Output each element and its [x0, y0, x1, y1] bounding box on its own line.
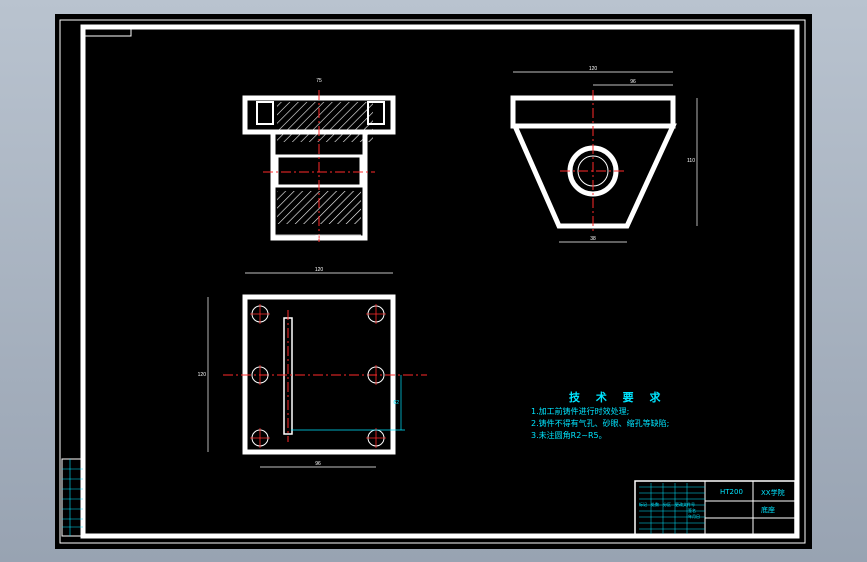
tb-cell-1: 标记	[639, 502, 647, 507]
plan-hole-centers	[250, 304, 386, 448]
front-dim-bottom-text: 38	[590, 236, 596, 242]
front-view[interactable]: 120 96 110 38	[510, 66, 698, 243]
school-label: XX学院	[761, 489, 785, 497]
plan-dim-left-text: 120	[198, 372, 207, 378]
section-left-pocket	[256, 101, 274, 125]
tb-cell-2: 处数	[651, 502, 659, 507]
section-top-dim-text: 75	[316, 78, 322, 84]
tb-cell-3: 分区	[663, 502, 671, 507]
tech-requirement-2: 2.铸件不得有气孔、砂眼、缩孔等缺陷;	[531, 419, 670, 428]
plan-dim-right-text: 62	[393, 400, 399, 406]
section-dim-text: 70	[315, 235, 321, 241]
plan-dim-bottom-text: 96	[315, 461, 321, 467]
section-top-hatch	[277, 102, 373, 142]
tech-requirement-3: 3.未注圆角R2~R5。	[531, 431, 607, 440]
inner-frame	[80, 24, 800, 539]
plan-dim-top-text: 120	[315, 267, 324, 273]
tech-requirements-title: 技 术 要 求	[569, 391, 667, 404]
corner-tag	[84, 28, 132, 37]
tb-cell-6: 年月日	[688, 514, 700, 519]
drawing-canvas[interactable]: 70 75 120 96 110 38 120 120 96 62	[55, 14, 812, 549]
cad-viewport[interactable]: 70 75 120 96 110 38 120 120 96 62 技 术 要 …	[55, 14, 812, 549]
part-name-label: 底座	[761, 506, 775, 514]
section-view[interactable]: 70 75	[242, 78, 396, 242]
plan-view[interactable]: 120 120 96 62	[198, 267, 427, 468]
front-dim-top-text: 120	[589, 66, 598, 72]
revision-strip	[61, 458, 84, 537]
front-dim-offset-text: 96	[630, 79, 636, 85]
tech-requirement-1: 1.加工前铸件进行时效处理;	[531, 407, 630, 416]
front-trapezoid	[511, 123, 677, 229]
front-dim-height-text: 110	[687, 158, 695, 164]
outer-frame	[59, 19, 806, 544]
material-label: HT200	[720, 488, 743, 496]
